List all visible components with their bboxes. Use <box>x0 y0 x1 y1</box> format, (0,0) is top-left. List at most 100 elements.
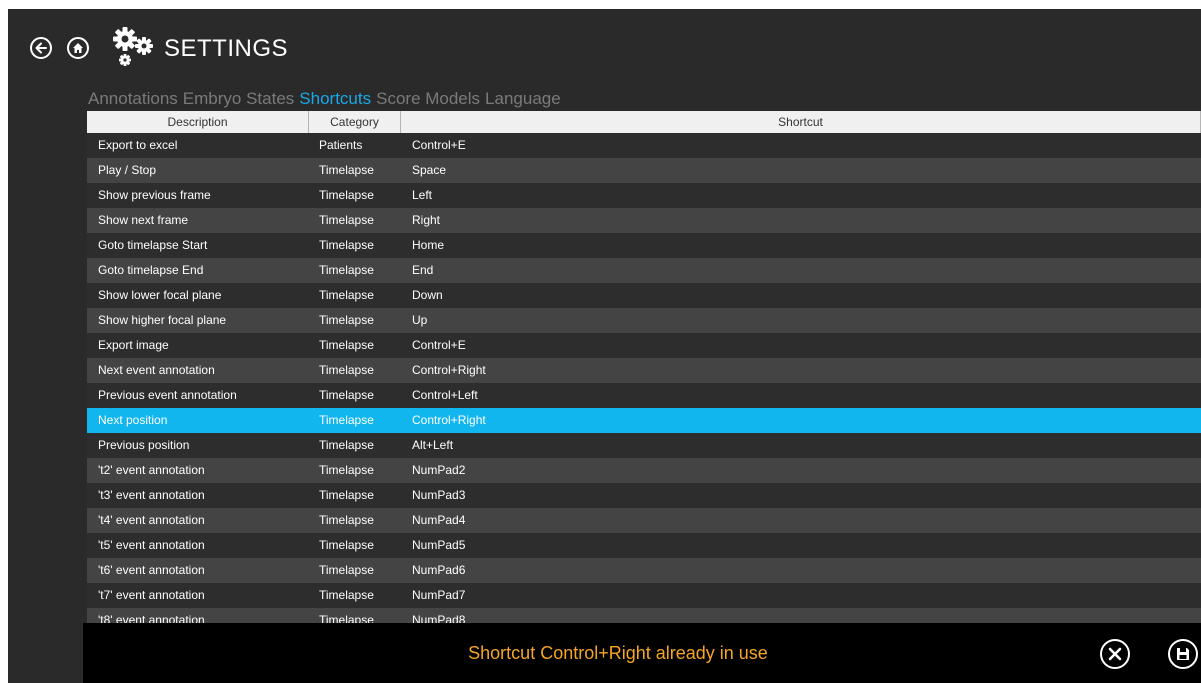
tab-embryo-states[interactable]: Embryo States <box>183 88 295 110</box>
cell-shortcut: Control+Right <box>412 413 486 427</box>
cell-description: Export image <box>98 338 169 352</box>
table-row[interactable]: Show next frame Timelapse Right <box>87 208 1201 233</box>
cell-description: 't3' event annotation <box>98 488 205 502</box>
shortcuts-table: Description Category Shortcut Export to … <box>87 111 1201 623</box>
table-row[interactable]: 't7' event annotation Timelapse NumPad7 <box>87 583 1201 608</box>
cell-category: Timelapse <box>319 338 374 352</box>
cell-category: Timelapse <box>319 588 374 602</box>
cell-category: Timelapse <box>319 313 374 327</box>
cell-category: Timelapse <box>319 288 374 302</box>
table-row[interactable]: Next event annotation Timelapse Control+Ri… <box>87 358 1201 383</box>
cell-category: Timelapse <box>319 538 374 552</box>
cell-description: Goto timelapse Start <box>98 238 208 252</box>
table-row[interactable]: 't3' event annotation Timelapse NumPad3 <box>87 483 1201 508</box>
cell-description: Previous position <box>98 438 190 452</box>
save-disk-icon <box>1177 648 1189 660</box>
table-row[interactable]: Show lower focal plane Timelapse Down <box>87 283 1201 308</box>
table-row[interactable]: Export image Timelapse Control+E <box>87 333 1201 358</box>
cell-shortcut: Control+Right <box>412 363 486 377</box>
cell-shortcut: Up <box>412 313 428 327</box>
table-row[interactable]: Show previous frame Timelapse Left <box>87 183 1201 208</box>
cell-description: 't6' event annotation <box>98 563 205 577</box>
column-header-category[interactable]: Category <box>309 111 401 133</box>
cell-category: Timelapse <box>319 238 374 252</box>
save-button[interactable] <box>1168 639 1198 669</box>
tab-shortcuts[interactable]: Shortcuts <box>299 88 371 110</box>
back-arrow-icon <box>35 42 47 54</box>
cell-category: Patients <box>319 138 363 152</box>
column-header-description[interactable]: Description <box>87 111 309 133</box>
cell-description: 't2' event annotation <box>98 463 205 477</box>
cell-category: Timelapse <box>319 488 374 502</box>
table-row[interactable]: 't4' event annotation Timelapse NumPad4 <box>87 508 1201 533</box>
table-row[interactable]: 't5' event annotation Timelapse NumPad5 <box>87 533 1201 558</box>
home-icon <box>73 43 83 53</box>
table-header: Description Category Shortcut <box>87 111 1201 133</box>
tab-language[interactable]: Language <box>485 88 561 110</box>
cell-description: Goto timelapse End <box>98 263 204 277</box>
cell-shortcut: Down <box>412 288 443 302</box>
cell-description: Next event annotation <box>98 363 215 377</box>
home-button[interactable] <box>67 37 89 59</box>
close-icon <box>1108 647 1122 661</box>
cell-category: Timelapse <box>319 388 374 402</box>
cell-shortcut: NumPad8 <box>412 613 466 623</box>
table-row[interactable]: Show higher focal plane Timelapse Up <box>87 308 1201 333</box>
cell-description: Show lower focal plane <box>98 288 222 302</box>
table-row-selected[interactable]: Next position Timelapse Control+Right <box>87 408 1201 433</box>
cell-shortcut: NumPad3 <box>412 488 466 502</box>
cell-category: Timelapse <box>319 163 374 177</box>
cell-category: Timelapse <box>319 463 374 477</box>
table-row[interactable]: 't8' event annotation Timelapse NumPad8 <box>87 608 1201 623</box>
table-row[interactable]: Export to excel Patients Control+E <box>87 133 1201 158</box>
column-header-shortcut[interactable]: Shortcut <box>401 111 1201 133</box>
cell-category: Timelapse <box>319 513 374 527</box>
cell-shortcut: Control+E <box>412 338 466 352</box>
table-row[interactable]: Goto timelapse End Timelapse End <box>87 258 1201 283</box>
cell-category: Timelapse <box>319 438 374 452</box>
gears-icon <box>113 27 153 66</box>
cell-shortcut: NumPad2 <box>412 463 466 477</box>
cell-description: 't4' event annotation <box>98 513 205 527</box>
cell-category: Timelapse <box>319 563 374 577</box>
cell-shortcut: Space <box>412 163 447 177</box>
cell-description: Next position <box>98 413 168 427</box>
table-row[interactable]: 't2' event annotation Timelapse NumPad2 <box>87 458 1201 483</box>
tab-score-models[interactable]: Score Models <box>376 88 480 110</box>
cell-description: Play / Stop <box>98 163 157 177</box>
table-row[interactable]: Previous event annotation Timelapse Contro… <box>87 383 1201 408</box>
cell-shortcut: NumPad6 <box>412 563 466 577</box>
cell-description: Show previous frame <box>98 188 211 202</box>
cell-category: Timelapse <box>319 413 374 427</box>
cell-description: Show next frame <box>98 213 189 227</box>
back-button[interactable] <box>30 37 52 59</box>
cell-shortcut: Right <box>412 213 441 227</box>
status-message: Shortcut Control+Right already in use <box>468 643 768 663</box>
cell-shortcut: NumPad5 <box>412 538 466 552</box>
cell-shortcut: Alt+Left <box>412 438 454 452</box>
table-row[interactable]: 't6' event annotation Timelapse NumPad6 <box>87 558 1201 583</box>
cell-category: Timelapse <box>319 213 374 227</box>
cell-description: 't8' event annotation <box>98 613 205 623</box>
cell-shortcut: Control+Left <box>412 388 478 402</box>
cell-description: 't7' event annotation <box>98 588 205 602</box>
cancel-button[interactable] <box>1100 639 1130 669</box>
cell-shortcut: Home <box>412 238 445 252</box>
status-bar: Shortcut Control+Right already in use <box>83 623 1201 683</box>
cell-category: Timelapse <box>319 263 374 277</box>
cell-category: Timelapse <box>319 188 374 202</box>
cell-description: Previous event annotation <box>98 388 237 402</box>
cell-shortcut: End <box>412 263 434 277</box>
cell-shortcut: Control+E <box>412 138 466 152</box>
table-row[interactable]: Play / Stop Timelapse Space <box>87 158 1201 183</box>
tab-annotations[interactable]: Annotations <box>88 88 178 110</box>
table-body: Export to excel Patients Control+E Play / S… <box>87 133 1201 623</box>
cell-shortcut: NumPad7 <box>412 588 466 602</box>
settings-window: SETTINGS Annotations Embryo States Short… <box>8 9 1201 683</box>
cell-category: Timelapse <box>319 613 374 623</box>
cell-shortcut: Left <box>412 188 433 202</box>
cell-description: Export to excel <box>98 138 178 152</box>
table-row[interactable]: Goto timelapse Start Timelapse Home <box>87 233 1201 258</box>
table-row[interactable]: Previous position Timelapse Alt+Left <box>87 433 1201 458</box>
cell-description: 't5' event annotation <box>98 538 205 552</box>
